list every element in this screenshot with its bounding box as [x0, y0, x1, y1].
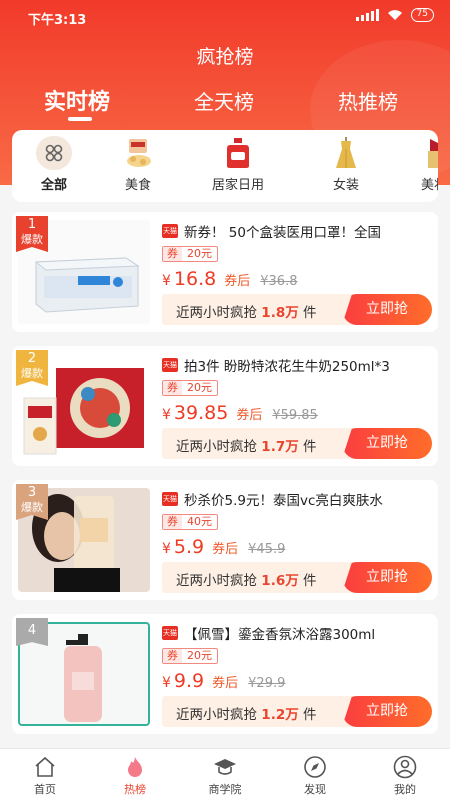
after-coupon-label: 券后	[212, 676, 239, 691]
buy-now-button[interactable]: 立即抢	[342, 696, 432, 727]
product-title: 新券！ 50个盒装医用口罩！全国	[184, 225, 381, 241]
product-title: 【佩雪】鎏金香氛沐浴露300ml	[184, 627, 376, 643]
sales-count: 近两小时疯抢 1.7万 件	[176, 439, 317, 455]
sales-count: 近两小时疯抢 1.2万 件	[176, 707, 317, 723]
coupon-badge: 券 40元	[162, 514, 218, 530]
graduation-cap-icon	[213, 755, 237, 779]
original-price: ¥59.85	[272, 408, 318, 423]
original-price: ¥29.9	[248, 676, 286, 691]
category-label: 女装	[332, 178, 359, 193]
sales-bar: 近两小时疯抢 1.6万 件 立即抢	[162, 562, 432, 593]
tmall-icon: 天猫	[162, 358, 178, 372]
wifi-icon	[387, 9, 403, 21]
after-coupon-label: 券后	[236, 408, 263, 423]
buy-now-button[interactable]: 立即抢	[342, 428, 432, 459]
tab-all-day[interactable]: 全天榜	[194, 86, 254, 115]
lipstick-icon	[416, 136, 438, 170]
coupon-badge: 券 20元	[162, 380, 218, 396]
rank-badge: 1 爆款	[16, 216, 48, 252]
category-label: 美食	[124, 178, 151, 193]
status-bar: 下午3:13 75	[0, 0, 450, 32]
home-icon	[33, 755, 57, 779]
category-food[interactable]: 美食	[96, 136, 180, 193]
user-icon	[393, 755, 417, 779]
bottom-tab-bar: 首页 热榜 商学院 发现 我的	[0, 748, 450, 800]
product-card[interactable]: 3 爆款 天猫 秒杀价5.9元！泰国vc亮白爽肤水 券 40元 ¥5.9 券后 ¥4…	[12, 480, 438, 600]
category-household[interactable]: 居家日用	[196, 136, 280, 193]
tab-realtime[interactable]: 实时榜	[44, 84, 110, 116]
category-cosmetics[interactable]: 美妆	[392, 136, 438, 193]
page-title: 疯抢榜	[196, 46, 254, 68]
tab-hot-recommend[interactable]: 热推榜	[338, 86, 398, 115]
product-card[interactable]: 4 天猫 【佩雪】鎏金香氛沐浴露300ml 券 20元 ¥9.9 券后 ¥29.9…	[12, 614, 438, 734]
tab-home[interactable]: 首页	[15, 755, 75, 797]
rank-badge: 2 爆款	[16, 350, 48, 386]
compass-icon	[303, 755, 327, 779]
sales-count: 近两小时疯抢 1.8万 件	[176, 305, 317, 321]
tab-hot-list[interactable]: 热榜	[105, 755, 165, 797]
rank-badge: 3 爆款	[16, 484, 48, 520]
tmall-icon: 天猫	[162, 492, 178, 506]
category-label: 居家日用	[211, 178, 264, 193]
tab-discover[interactable]: 发现	[285, 755, 345, 797]
signal-icon	[355, 9, 379, 21]
flame-icon	[123, 755, 147, 779]
product-card[interactable]: 2 爆款 天猫 拍3件 盼盼特浓花生牛奶250ml*3 券 20元 ¥39.85 券…	[12, 346, 438, 466]
coupon-price: ¥16.8	[162, 268, 217, 290]
original-price: ¥36.8	[260, 274, 298, 289]
category-label: 全部	[40, 178, 67, 193]
buy-now-button[interactable]: 立即抢	[342, 294, 432, 325]
category-all[interactable]: 全部	[12, 136, 96, 193]
product-card[interactable]: 1 爆款 天猫 新券！ 50个盒装医用口罩！全国 券 20元 ¥16.8 券后 ¥3…	[12, 212, 438, 332]
buy-now-button[interactable]: 立即抢	[342, 562, 432, 593]
tmall-icon: 天猫	[162, 626, 178, 640]
category-bar: 全部 美食 居家日用 女装 美妆	[12, 130, 438, 202]
sales-bar: 近两小时疯抢 1.8万 件 立即抢	[162, 294, 432, 325]
original-price: ¥45.9	[248, 542, 286, 557]
sales-count: 近两小时疯抢 1.6万 件	[176, 573, 317, 589]
coupon-price: ¥5.9	[162, 536, 205, 558]
coupon-badge: 券 20元	[162, 246, 218, 262]
grid-icon	[36, 136, 72, 170]
sales-bar: 近两小时疯抢 1.2万 件 立即抢	[162, 696, 432, 727]
category-womens-clothing[interactable]: 女装	[304, 136, 388, 193]
product-title: 拍3件 盼盼特浓花生牛奶250ml*3	[184, 359, 390, 375]
tab-mine[interactable]: 我的	[375, 755, 435, 797]
rank-badge: 4	[16, 618, 48, 646]
active-tab-indicator	[68, 117, 92, 121]
coupon-price: ¥9.9	[162, 670, 205, 692]
detergent-icon	[220, 136, 256, 170]
status-time: 下午3:13	[28, 13, 87, 28]
coupon-price: ¥39.85	[162, 402, 229, 424]
sales-bar: 近两小时疯抢 1.7万 件 立即抢	[162, 428, 432, 459]
product-title: 秒杀价5.9元！泰国vc亮白爽肤水	[184, 493, 383, 509]
coupon-badge: 券 20元	[162, 648, 218, 664]
food-icon	[120, 136, 156, 170]
dress-icon	[328, 136, 364, 170]
after-coupon-label: 券后	[224, 274, 251, 289]
category-label: 美妆	[420, 178, 438, 193]
battery-indicator: 75	[410, 8, 434, 22]
tab-business-school[interactable]: 商学院	[195, 755, 255, 797]
tmall-icon: 天猫	[162, 224, 178, 238]
after-coupon-label: 券后	[212, 542, 239, 557]
status-icons: 75	[355, 8, 434, 22]
